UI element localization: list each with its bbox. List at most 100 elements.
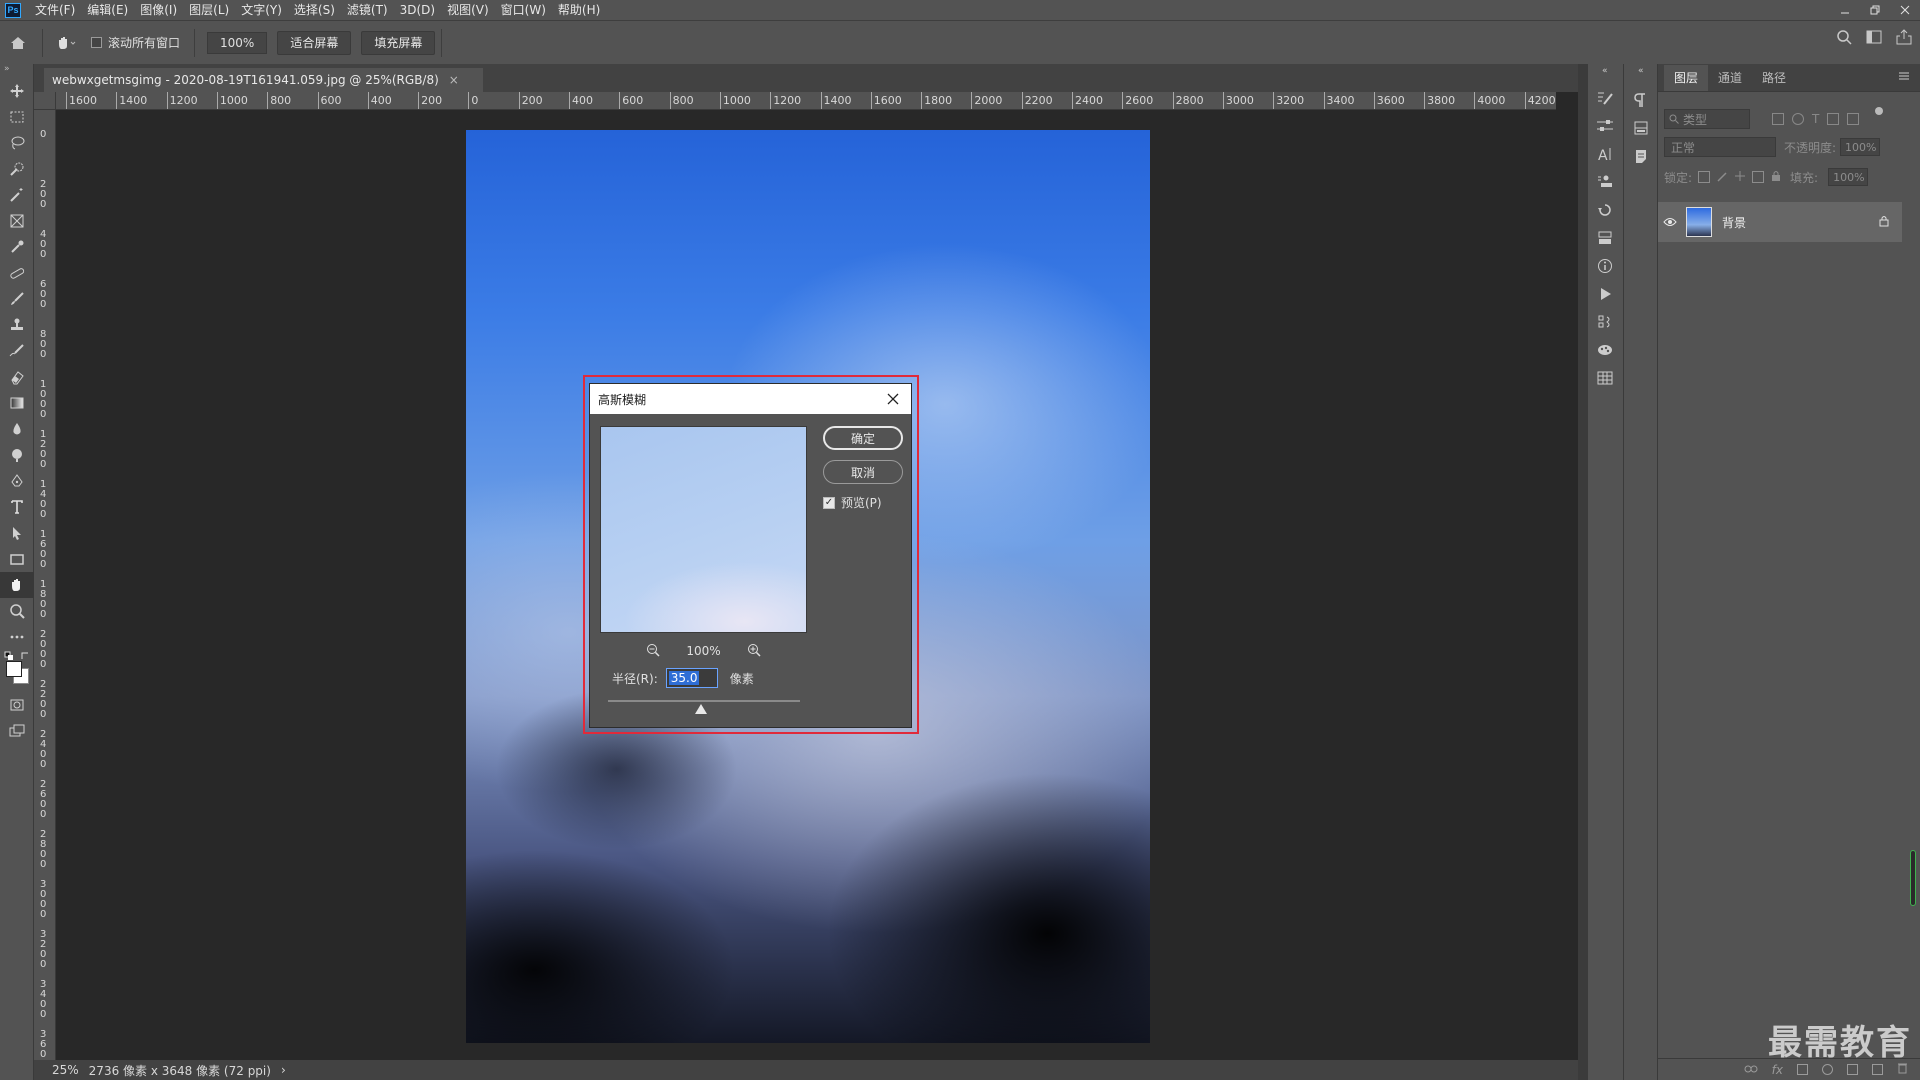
menu-view[interactable]: 视图(V) bbox=[441, 0, 495, 20]
clone-source-icon[interactable] bbox=[1588, 168, 1622, 196]
filter-adjustment-icon[interactable] bbox=[1792, 113, 1804, 125]
filter-type-icon[interactable]: T bbox=[1812, 113, 1819, 125]
layer-lock-icon[interactable] bbox=[1878, 215, 1890, 230]
filter-smart-object-icon[interactable] bbox=[1847, 113, 1860, 125]
quick-mask-icon[interactable] bbox=[0, 692, 34, 718]
blend-mode-select[interactable]: 正常 bbox=[1664, 137, 1776, 157]
notes-icon[interactable] bbox=[1624, 142, 1658, 170]
add-mask-icon[interactable] bbox=[1797, 1064, 1808, 1075]
lock-all-icon[interactable] bbox=[1770, 170, 1782, 185]
tab-layers[interactable]: 图层 bbox=[1664, 65, 1709, 91]
close-icon[interactable] bbox=[885, 391, 901, 407]
minimize-icon[interactable] bbox=[1830, 0, 1860, 20]
info-icon[interactable] bbox=[1588, 252, 1622, 280]
history-icon[interactable] bbox=[1588, 196, 1622, 224]
opacity-field[interactable]: 100% bbox=[1840, 138, 1881, 156]
layer-comps-icon[interactable] bbox=[1588, 224, 1622, 252]
menu-window[interactable]: 窗口(W) bbox=[495, 0, 552, 20]
filter-shape-icon[interactable] bbox=[1827, 113, 1840, 125]
checkmark-icon[interactable]: ✓ bbox=[823, 496, 835, 509]
radius-slider-track[interactable] bbox=[608, 700, 800, 702]
filter-toggle-icon[interactable] bbox=[1875, 107, 1884, 115]
history-brush-tool-icon[interactable] bbox=[0, 338, 34, 364]
workspace-icon[interactable] bbox=[1866, 29, 1882, 48]
collapse-panels-icon[interactable]: « bbox=[1602, 66, 1608, 76]
properties-icon[interactable] bbox=[1588, 308, 1622, 336]
ruler-origin[interactable] bbox=[34, 92, 56, 110]
lasso-tool-icon[interactable] bbox=[0, 130, 34, 156]
lock-image-icon[interactable] bbox=[1716, 170, 1728, 185]
status-zoom[interactable]: 25% bbox=[52, 1063, 79, 1077]
filter-pixel-icon[interactable] bbox=[1772, 113, 1784, 125]
status-menu-arrow[interactable]: › bbox=[281, 1063, 286, 1077]
menu-image[interactable]: 图像(I) bbox=[134, 0, 183, 20]
document-tab[interactable]: webwxgetmsgimg - 2020-08-19T161941.059.j… bbox=[44, 68, 483, 92]
fit-screen-button[interactable]: 适合屏幕 bbox=[277, 30, 352, 55]
fill-screen-button[interactable]: 填充屏幕 bbox=[361, 30, 436, 55]
layers-stack-icon[interactable] bbox=[1624, 114, 1658, 142]
collapse-toolbar-icon[interactable]: » bbox=[0, 64, 33, 78]
tab-paths[interactable]: 路径 bbox=[1752, 65, 1796, 91]
restore-icon[interactable] bbox=[1860, 0, 1890, 20]
marquee-tool-icon[interactable] bbox=[0, 104, 34, 130]
screen-mode-icon[interactable] bbox=[0, 718, 34, 744]
radius-input[interactable]: 35.0 bbox=[665, 668, 718, 688]
delete-layer-icon[interactable] bbox=[1897, 1062, 1908, 1077]
tab-channels[interactable]: 通道 bbox=[1708, 65, 1752, 91]
brush-settings-icon[interactable] bbox=[1588, 84, 1622, 112]
cancel-button[interactable]: 取消 bbox=[823, 460, 903, 484]
dodge-tool-icon[interactable] bbox=[0, 442, 34, 468]
home-icon[interactable] bbox=[0, 29, 36, 57]
panel-divider[interactable] bbox=[1578, 64, 1588, 1080]
quick-selection-tool-icon[interactable] bbox=[0, 156, 34, 182]
scroll-indicator[interactable] bbox=[1910, 850, 1916, 906]
blur-preview[interactable] bbox=[600, 426, 807, 633]
fill-field[interactable]: 100% bbox=[1828, 168, 1869, 186]
adjustment-layer-icon[interactable] bbox=[1822, 1064, 1833, 1075]
hand-tool-icon[interactable] bbox=[0, 572, 34, 598]
menu-type[interactable]: 文字(Y) bbox=[235, 0, 288, 20]
color-swatches[interactable] bbox=[0, 650, 34, 686]
character-icon[interactable]: A bbox=[1588, 140, 1622, 168]
zoom-value-field[interactable]: 100% bbox=[207, 31, 268, 54]
eraser-tool-icon[interactable] bbox=[0, 364, 34, 390]
menu-help[interactable]: 帮助(H) bbox=[552, 0, 606, 20]
vertical-ruler[interactable]: 0 2 0 0 4 0 0 6 0 0 8 0 0 1 0 0 0 1 2 0 0 1 4 0… bbox=[34, 110, 56, 1060]
hand-tool-preset-icon[interactable] bbox=[49, 29, 85, 57]
menu-filter[interactable]: 滤镜(T) bbox=[341, 0, 394, 20]
search-icon[interactable] bbox=[1836, 29, 1852, 48]
link-layers-icon[interactable] bbox=[1744, 1063, 1758, 1077]
layer-row[interactable]: 背景 bbox=[1658, 202, 1902, 242]
horizontal-ruler[interactable]: 1600 1400 1200 1000 800 600 400 200 0 200 400 600 80… bbox=[56, 92, 1556, 110]
panel-menu-icon[interactable] bbox=[1898, 70, 1910, 85]
close-tab-icon[interactable]: × bbox=[449, 73, 459, 87]
spot-healing-tool-icon[interactable] bbox=[0, 260, 34, 286]
share-icon[interactable] bbox=[1896, 29, 1912, 48]
checkbox-box[interactable] bbox=[91, 37, 102, 48]
zoom-in-icon[interactable] bbox=[747, 643, 761, 660]
lock-artboard-icon[interactable] bbox=[1752, 171, 1765, 183]
more-tools-icon[interactable] bbox=[0, 624, 34, 650]
table-icon[interactable] bbox=[1588, 364, 1622, 392]
menu-3d[interactable]: 3D(D) bbox=[394, 0, 441, 20]
menu-layer[interactable]: 图层(L) bbox=[183, 0, 235, 20]
clone-stamp-tool-icon[interactable] bbox=[0, 312, 34, 338]
frame-tool-icon[interactable] bbox=[0, 208, 34, 234]
lock-transparent-icon[interactable] bbox=[1698, 171, 1711, 183]
swatches-icon[interactable] bbox=[1588, 336, 1622, 364]
close-icon[interactable] bbox=[1890, 0, 1920, 20]
blur-tool-icon[interactable] bbox=[0, 416, 34, 442]
lock-position-icon[interactable] bbox=[1734, 170, 1746, 185]
layer-thumbnail[interactable] bbox=[1686, 207, 1712, 237]
zoom-out-icon[interactable] bbox=[646, 643, 660, 660]
menu-select[interactable]: 选择(S) bbox=[288, 0, 341, 20]
radius-slider-thumb[interactable] bbox=[695, 704, 707, 714]
filter-kind-select[interactable]: 类型 bbox=[1664, 109, 1750, 129]
new-layer-icon[interactable] bbox=[1872, 1064, 1883, 1075]
layer-style-icon[interactable]: fx bbox=[1772, 1063, 1783, 1077]
group-folder-icon[interactable] bbox=[1847, 1064, 1858, 1075]
ok-button[interactable]: 确定 bbox=[823, 426, 903, 450]
magic-wand-tool-icon[interactable] bbox=[0, 182, 34, 208]
menu-edit[interactable]: 编辑(E) bbox=[81, 0, 134, 20]
preview-checkbox[interactable]: ✓ 预览(P) bbox=[823, 494, 882, 511]
